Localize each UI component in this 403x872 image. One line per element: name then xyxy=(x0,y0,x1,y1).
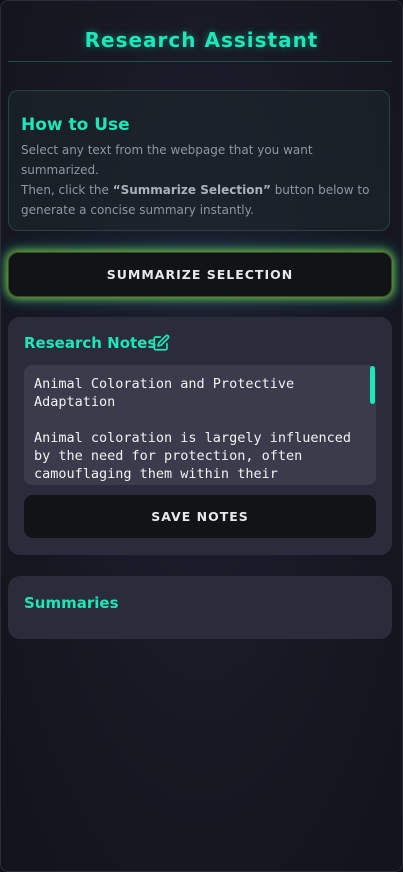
research-notes-heading: Research Notes xyxy=(24,334,157,352)
research-assistant-panel: Research Assistant How to Use Select any… xyxy=(0,0,403,872)
app-title: Research Assistant xyxy=(84,28,319,52)
title-divider xyxy=(8,61,392,62)
how-to-use-line-2: Then, click the “Summarize Selection” bu… xyxy=(21,180,371,220)
how-to-use-card: How to Use Select any text from the webp… xyxy=(8,90,390,231)
edit-icon[interactable] xyxy=(152,334,170,352)
how-to-use-line-1: Select any text from the webpage that yo… xyxy=(21,143,313,177)
how-to-use-button-reference: “Summarize Selection” xyxy=(112,183,271,197)
research-notes-card: Research Notes Animal Coloration and Pro… xyxy=(8,317,392,555)
how-to-use-heading: How to Use xyxy=(21,115,130,135)
summarize-selection-button[interactable]: SUMMARIZE SELECTION xyxy=(8,252,392,297)
summaries-card: Summaries xyxy=(8,576,392,639)
summaries-heading: Summaries xyxy=(24,594,119,612)
research-notes-textarea[interactable]: Animal Coloration and Protective Adaptat… xyxy=(24,365,376,485)
how-to-use-line-2-prefix: Then, click the xyxy=(21,183,113,197)
notes-scrollbar-thumb[interactable] xyxy=(370,366,375,404)
save-notes-button[interactable]: SAVE NOTES xyxy=(24,495,376,538)
